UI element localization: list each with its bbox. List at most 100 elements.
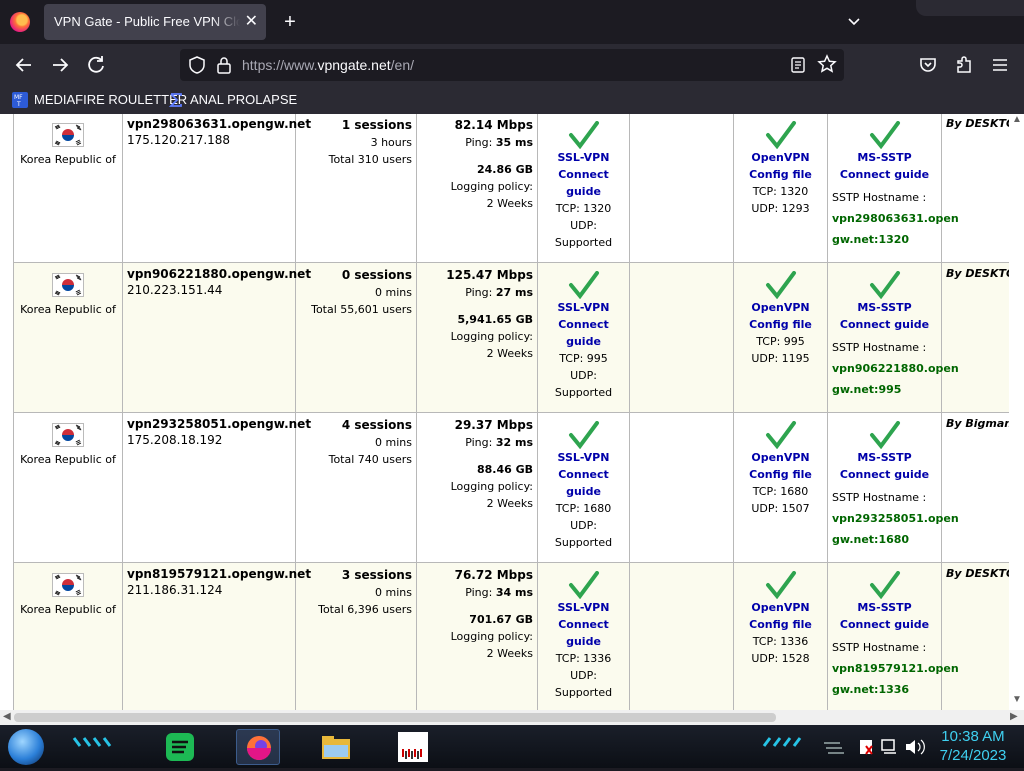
ms-sstp-link[interactable]: MS-SSTP — [832, 299, 937, 316]
clock-time: 10:38 AM — [928, 727, 1018, 746]
scroll-right-arrow-icon[interactable]: ▶ — [1010, 711, 1018, 722]
logging-policy-value: 2 Weeks — [421, 645, 533, 662]
bookmarks-toolbar: MFT MEDIAFIRE ROULETTER ANAL PROLAPSE — [0, 86, 1024, 114]
app-menu-button[interactable] — [988, 53, 1012, 77]
logging-policy-value: 2 Weeks — [421, 345, 533, 362]
address-bar[interactable]: https://www.vpngate.net/en/ — [180, 49, 844, 81]
sstp-hostname-part1: vpn298063631.open — [832, 210, 937, 227]
vertical-scrollbar[interactable]: ▲ ▼ — [1009, 114, 1024, 710]
ssl-connect-guide-link[interactable]: Connect guide — [542, 466, 625, 500]
ssl-vpn-link[interactable]: SSL-VPN — [542, 299, 625, 316]
taskbar-spotify[interactable] — [158, 729, 202, 765]
openvpn-tcp-port: TCP: 1680 — [738, 483, 823, 500]
start-button[interactable] — [8, 729, 44, 765]
openvpn-config-file-link[interactable]: Config file — [738, 166, 823, 183]
sstp-connect-guide-link[interactable]: Connect guide — [832, 466, 937, 483]
ssl-vpn-link[interactable]: SSL-VPN — [542, 149, 625, 166]
ssl-vpn-cell: SSL-VPN Connect guide TCP: 995 UDP: Supp… — [538, 263, 630, 413]
openvpn-config-file-link[interactable]: Config file — [738, 616, 823, 633]
ms-sstp-link[interactable]: MS-SSTP — [832, 449, 937, 466]
check-mark-icon — [765, 571, 797, 599]
reader-view-icon[interactable] — [788, 55, 808, 75]
line-speed: 29.37 Mbps — [421, 417, 533, 434]
page-viewport[interactable]: Korea Republic of vpn298063631.open gw.ne… — [0, 114, 1024, 710]
sstp-hostname-label: SSTP Hostname : — [832, 339, 937, 356]
tracking-protection-shield-icon[interactable] — [188, 55, 206, 75]
sstp-connect-guide-link[interactable]: Connect guide — [832, 166, 937, 183]
sessions-count: 3 sessions — [300, 567, 412, 584]
new-tab-button[interactable]: + — [280, 8, 300, 36]
openvpn-config-file-link[interactable]: Config file — [738, 466, 823, 483]
firefox-icon — [237, 730, 281, 766]
reload-button[interactable] — [84, 53, 108, 77]
uptime: 3 hours — [300, 134, 412, 151]
forward-button[interactable] — [48, 53, 72, 77]
ms-sstp-link[interactable]: MS-SSTP — [832, 599, 937, 616]
ssl-connect-guide-link[interactable]: Connect guide — [542, 166, 625, 200]
openvpn-cell: OpenVPN Config file TCP: 1320 UDP: 1293 — [734, 114, 828, 263]
ssl-connect-guide-link[interactable]: Connect guide — [542, 616, 625, 650]
openvpn-link[interactable]: OpenVPN — [738, 149, 823, 166]
l2tp-cell — [630, 413, 734, 563]
speed-cell: 125.47 Mbps Ping: 27 ms 5,941.65 GB Logg… — [417, 263, 538, 413]
speed-cell: 76.72 Mbps Ping: 34 ms 701.67 GB Logging… — [417, 563, 538, 711]
system-tray[interactable] — [820, 733, 930, 761]
tab-close-icon[interactable]: ✕ — [245, 4, 258, 40]
ping-line: Ping: 27 ms — [421, 284, 533, 301]
taskbar-firefox[interactable] — [236, 729, 280, 765]
ping-label: Ping: — [465, 286, 492, 299]
host-cell: vpn906221880.opengw.net 210.223.151.44 — [123, 263, 296, 413]
sstp-hostname-part2: gw.net:1680 — [832, 531, 937, 548]
country-cell: Korea Republic of — [14, 563, 123, 711]
openvpn-config-file-link[interactable]: Config file — [738, 316, 823, 333]
bookmark-star-icon[interactable] — [816, 53, 838, 75]
taskbar-notepad[interactable] — [390, 729, 434, 765]
vpn-server-table: Korea Republic of vpn298063631.open gw.ne… — [13, 114, 1024, 710]
pocket-button[interactable] — [916, 53, 940, 77]
scroll-left-arrow-icon[interactable]: ◀ — [3, 711, 11, 722]
lock-icon[interactable] — [216, 55, 232, 75]
ssl-connect-guide-link[interactable]: Connect guide — [542, 316, 625, 350]
country-cell: Korea Republic of — [14, 413, 123, 563]
sessions-cell: 3 sessions 0 mins Total 6,396 users — [296, 563, 417, 711]
check-mark-icon — [869, 121, 901, 149]
ms-sstp-cell: MS-SSTP Connect guide SSTP Hostname : vp… — [828, 263, 942, 413]
ssl-vpn-link[interactable]: SSL-VPN — [542, 449, 625, 466]
tab-vpngate[interactable]: VPN Gate - Public Free VPN Cloud by Univ… — [44, 4, 266, 40]
taskbar-file-explorer[interactable] — [314, 729, 358, 765]
ssl-tcp-port: TCP: 995 — [542, 350, 625, 367]
ping-label: Ping: — [465, 586, 492, 599]
table-row: Korea Republic of vpn298063631.opengw.ne… — [14, 114, 1024, 263]
taskbar-clock[interactable]: 10:38 AM 7/24/2023 — [928, 727, 1018, 765]
ms-sstp-link[interactable]: MS-SSTP — [832, 149, 937, 166]
table-row: Korea Republic of vpn819579121.opengw.ne… — [14, 563, 1024, 711]
logging-policy-label: Logging policy: — [421, 178, 533, 195]
ssl-vpn-link[interactable]: SSL-VPN — [542, 599, 625, 616]
ping-label: Ping: — [465, 136, 492, 149]
scroll-down-arrow-icon[interactable]: ▼ — [1012, 694, 1022, 705]
ms-sstp-cell: MS-SSTP Connect guide SSTP Hostname : vp… — [828, 563, 942, 711]
horizontal-scroll-thumb[interactable] — [14, 713, 776, 722]
bookmark-mediafire-rouletter[interactable]: MFT MEDIAFIRE ROULETTER — [12, 90, 187, 110]
list-all-tabs-button[interactable] — [844, 10, 864, 34]
horizontal-scrollbar[interactable]: ◀ ▶ — [0, 710, 1024, 725]
sstp-connect-guide-link[interactable]: Connect guide — [832, 316, 937, 333]
arrow-left-icon — [12, 53, 36, 77]
openvpn-link[interactable]: OpenVPN — [738, 449, 823, 466]
window-controls[interactable] — [916, 0, 1024, 16]
back-button[interactable] — [12, 53, 36, 77]
sstp-hostname-label: SSTP Hostname : — [832, 639, 937, 656]
openvpn-link[interactable]: OpenVPN — [738, 599, 823, 616]
openvpn-tcp-port: TCP: 1336 — [738, 633, 823, 650]
url-text[interactable]: https://www.vpngate.net/en/ — [242, 49, 414, 81]
sstp-connect-guide-link[interactable]: Connect guide — [832, 616, 937, 633]
extensions-button[interactable] — [952, 53, 976, 77]
ssl-udp-support: UDP: Supported — [542, 517, 625, 551]
logging-policy-label: Logging policy: — [421, 628, 533, 645]
l2tp-cell — [630, 114, 734, 263]
openvpn-link[interactable]: OpenVPN — [738, 299, 823, 316]
scroll-up-arrow-icon[interactable]: ▲ — [1012, 114, 1022, 125]
bookmark-anal-prolapse[interactable]: ANAL PROLAPSE — [168, 90, 297, 110]
check-mark-icon — [765, 421, 797, 449]
check-mark-icon — [568, 121, 600, 149]
